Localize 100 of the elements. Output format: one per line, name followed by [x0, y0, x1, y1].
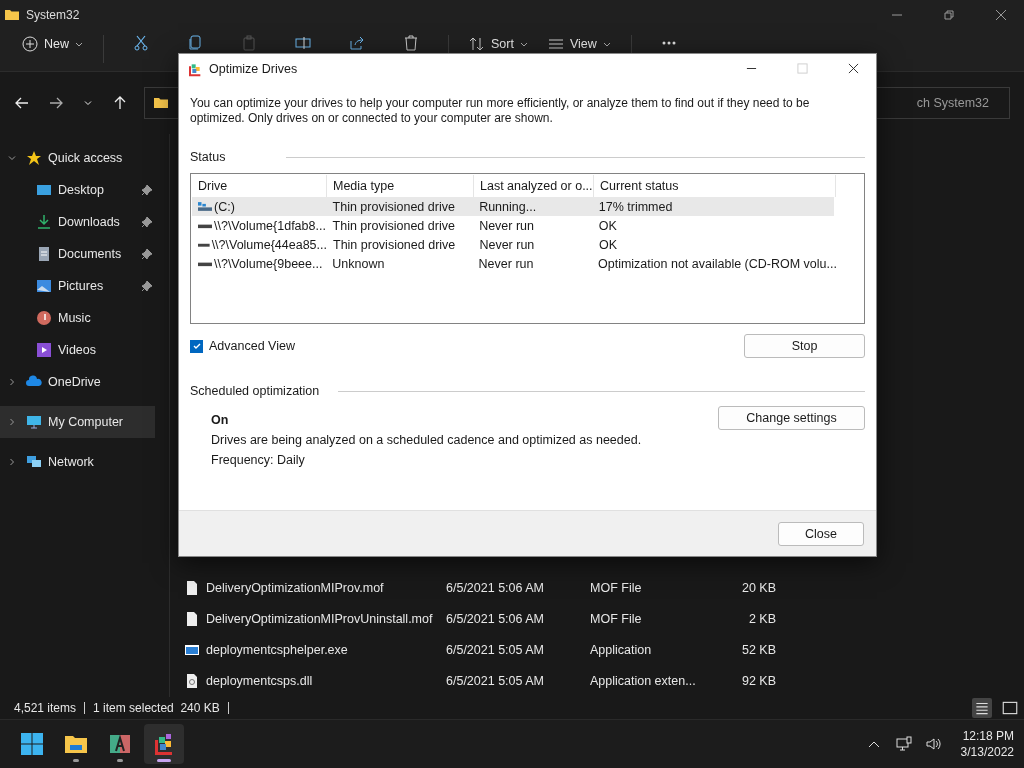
drive-row[interactable]: \\?\Volume{9beee... Unknown Never run Optimization not available (CD-ROM volu...: [192, 254, 834, 273]
file-date: 6/5/2021 5:05 AM: [446, 642, 545, 657]
close-icon[interactable]: [995, 9, 1007, 21]
desktop-icon: [36, 182, 52, 198]
copy-icon[interactable]: [187, 35, 203, 51]
sidebar-item[interactable]: Documents: [0, 238, 155, 270]
file-size: 52 KB: [740, 642, 776, 657]
schedule-state: On: [211, 413, 230, 427]
letter-a-icon: [108, 732, 132, 756]
file-name[interactable]: DeliveryOptimizationMIProv.mof: [206, 580, 446, 595]
restore-icon[interactable]: [943, 9, 955, 21]
file-date: 6/5/2021 5:05 AM: [446, 673, 545, 688]
taskbar-app[interactable]: [144, 724, 184, 764]
chevron-right-icon[interactable]: [8, 458, 16, 466]
checkbox-label: Advanced View: [209, 339, 295, 353]
folder-icon: [4, 7, 20, 23]
chevron-down-icon[interactable]: [8, 154, 16, 162]
sidebar-item[interactable]: Pictures: [0, 270, 155, 302]
up-icon[interactable]: [112, 95, 128, 111]
sidebar-item[interactable]: Videos: [0, 334, 155, 366]
volume-icon[interactable]: [925, 736, 942, 752]
media-type: Unknown: [331, 256, 386, 271]
stop-button[interactable]: Stop: [744, 334, 865, 358]
file-date: 6/5/2021 5:06 AM: [446, 580, 545, 595]
computer-icon: [26, 414, 42, 430]
share-icon[interactable]: [349, 35, 365, 51]
sidebar-item[interactable]: Music: [0, 302, 155, 334]
delete-icon[interactable]: [403, 35, 419, 51]
current-status: OK: [597, 237, 618, 252]
document-icon: [36, 246, 52, 262]
file-name[interactable]: DeliveryOptimizationMIProvUninstall.mof: [206, 611, 446, 626]
drive-name: \\?\Volume{9beee...: [214, 256, 323, 271]
sidebar-item[interactable]: My Computer: [0, 406, 155, 438]
download-icon: [36, 214, 52, 230]
drive-name: \\?\Volume{1dfab8...: [214, 218, 326, 233]
file-type: MOF File: [590, 611, 643, 626]
plus-icon: [22, 35, 38, 52]
last-analyzed: Never run: [477, 256, 535, 271]
dialog-title: Optimize Drives: [209, 61, 298, 76]
file-name[interactable]: deploymentcsps.dll: [206, 673, 446, 688]
windows-logo-icon: [20, 732, 44, 756]
schedule-frequency: Frequency: Daily: [211, 453, 306, 467]
clock[interactable]: 12:18 PM 3/13/2022: [960, 729, 1014, 759]
checkmark-icon: [191, 341, 202, 351]
windows-drive-icon: [198, 202, 212, 211]
picture-icon: [36, 278, 52, 294]
file-name[interactable]: deploymentcsphelper.exe: [206, 642, 446, 657]
file-type: Application exten...: [590, 673, 697, 688]
view-button[interactable]: View: [541, 35, 617, 52]
video-icon: [36, 342, 52, 358]
close-button[interactable]: Close: [778, 521, 864, 546]
media-type: Thin provisioned drive: [332, 237, 457, 252]
sidebar-item[interactable]: Network: [0, 446, 155, 478]
details-view-icon[interactable]: [972, 698, 992, 718]
rename-icon[interactable]: [295, 35, 311, 51]
description: You can optimize your drives to help your computer run more efficiently, or analyze them to find out if they need to be optimized. Only drives on or connected to your computer are shown.: [190, 96, 811, 126]
current-status: Optimization not available (CD-ROM volu...: [597, 256, 834, 271]
section-heading: Status: [190, 150, 227, 164]
new-button[interactable]: New: [16, 35, 89, 52]
star-icon: [26, 150, 42, 166]
current-status: 17% trimmed: [597, 199, 674, 214]
sidebar-item[interactable]: Quick access: [0, 142, 155, 174]
last-analyzed: Never run: [478, 237, 536, 252]
last-analyzed: Never run: [478, 218, 535, 233]
drive-row[interactable]: (C:) Thin provisioned drive Running... 17% trimmed: [192, 197, 834, 216]
cut-icon[interactable]: [133, 35, 149, 51]
sidebar-item[interactable]: Desktop: [0, 174, 155, 206]
change-settings-button[interactable]: Change settings: [718, 406, 865, 430]
checkbox[interactable]: [190, 339, 203, 353]
chevron-right-icon[interactable]: [8, 378, 16, 386]
file-size: 2 KB: [747, 611, 776, 626]
sidebar-item[interactable]: OneDrive: [0, 366, 155, 398]
drive-row[interactable]: \\?\Volume{1dfab8... Thin provisioned drive Never run OK: [192, 216, 834, 235]
back-icon[interactable]: [14, 95, 30, 111]
file-date: 6/5/2021 5:06 AM: [446, 611, 545, 626]
item-count: 4,521 items: [14, 701, 77, 715]
forward-icon[interactable]: [48, 95, 64, 111]
file-size: 20 KB: [740, 580, 776, 595]
drive-row[interactable]: \\?\Volume{44ea85... Thin provisioned drive Never run OK: [192, 235, 834, 254]
folder-icon: [153, 95, 169, 111]
schedule-description: Drives are being analyzed on a scheduled cadence and optimized as needed.: [211, 433, 642, 447]
file-icon: [184, 610, 200, 627]
drive-name: \\?\Volume{44ea85...: [211, 237, 327, 252]
file-icon: [184, 579, 200, 596]
media-type: Thin provisioned drive: [331, 199, 456, 214]
current-status: OK: [597, 218, 618, 233]
file-size: 92 KB: [740, 673, 776, 688]
network-icon[interactable]: [895, 736, 912, 752]
last-analyzed: Running...: [478, 199, 538, 214]
drive-name: (C:): [214, 199, 235, 214]
file-type: MOF File: [590, 580, 643, 595]
maximize-icon: [797, 63, 808, 74]
file-icon: [184, 672, 200, 689]
window-title: System32: [26, 8, 80, 22]
section-heading: Scheduled optimization: [190, 384, 321, 398]
sort-button[interactable]: Sort: [463, 35, 534, 52]
sidebar-item[interactable]: Downloads: [0, 206, 155, 238]
sort-icon: [469, 35, 485, 52]
close-icon[interactable]: [848, 63, 859, 74]
network-icon: [26, 454, 42, 470]
